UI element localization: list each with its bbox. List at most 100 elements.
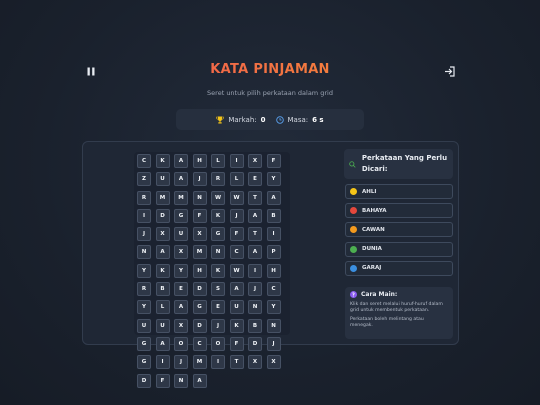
grid-cell[interactable]: J (174, 355, 188, 370)
grid-cell[interactable]: F (266, 154, 281, 168)
grid-cell[interactable]: J (211, 318, 225, 333)
grid-cell[interactable]: G (137, 355, 151, 370)
grid-cell[interactable]: Z (137, 172, 151, 187)
grid-cell[interactable]: A (174, 172, 188, 187)
grid-cell[interactable]: A (266, 190, 281, 205)
grid-cell[interactable]: A (155, 336, 170, 351)
grid-cell[interactable]: X (248, 154, 262, 168)
grid-cell[interactable]: X (174, 245, 188, 260)
exit-button[interactable] (442, 64, 456, 78)
grid-cell[interactable]: J (192, 172, 207, 187)
grid-cell[interactable]: F (192, 208, 207, 223)
grid-cell[interactable]: K (155, 263, 170, 278)
grid-cell[interactable]: A (174, 154, 188, 168)
grid-cell[interactable]: I (211, 355, 225, 370)
grid-cell[interactable]: K (211, 263, 225, 278)
grid-cell[interactable]: A (229, 282, 244, 297)
grid-cell[interactable]: M (155, 190, 170, 205)
grid-cell[interactable]: H (266, 263, 281, 278)
grid-cell[interactable]: A (155, 245, 170, 260)
grid-cell[interactable]: O (211, 336, 225, 351)
grid-cell[interactable]: G (137, 336, 151, 351)
grid-cell[interactable]: H (192, 263, 207, 278)
grid-cell[interactable]: W (229, 190, 244, 205)
grid-cell[interactable]: N (266, 318, 281, 333)
grid-cell[interactable]: J (248, 282, 262, 297)
grid-cell[interactable]: C (192, 336, 207, 351)
grid-cell[interactable]: A (248, 245, 262, 260)
grid-cell[interactable]: E (211, 300, 225, 315)
grid-cell[interactable]: X (266, 355, 281, 370)
grid-cell[interactable]: T (248, 190, 262, 205)
grid-cell[interactable]: G (192, 300, 207, 315)
grid-cell[interactable]: X (192, 227, 207, 242)
grid-cell[interactable]: L (229, 172, 244, 187)
grid-cell[interactable]: X (174, 318, 188, 333)
grid-cell[interactable]: U (174, 227, 188, 242)
grid-cell[interactable]: U (155, 318, 170, 333)
grid-cell[interactable]: Y (137, 263, 151, 278)
grid-cell[interactable]: C (137, 154, 151, 168)
grid-cell[interactable]: M (192, 245, 207, 260)
grid-cell[interactable]: N (192, 190, 207, 205)
grid-cell[interactable]: I (248, 263, 262, 278)
grid-cell[interactable]: F (229, 336, 244, 351)
grid-cell[interactable]: C (229, 245, 244, 260)
grid-cell[interactable]: N (248, 300, 262, 315)
grid-cell[interactable]: D (192, 318, 207, 333)
grid-cell[interactable]: O (174, 336, 188, 351)
grid-cell[interactable]: E (248, 172, 262, 187)
grid-cell[interactable]: T (229, 355, 244, 370)
grid-cell[interactable]: A (248, 208, 262, 223)
grid-cell[interactable]: K (155, 154, 170, 168)
grid-cell[interactable]: I (155, 355, 170, 370)
letter-grid[interactable]: CKAHLIXFZUAJRLEYRMMNWWTAIDGFKJABJXUXGFTI… (134, 152, 290, 388)
grid-cell[interactable]: H (192, 154, 207, 168)
grid-cell[interactable]: K (229, 318, 244, 333)
grid-cell[interactable]: P (266, 245, 281, 260)
grid-cell[interactable]: F (229, 227, 244, 242)
grid-cell[interactable]: A (192, 373, 207, 388)
grid-cell[interactable]: U (229, 300, 244, 315)
grid-cell[interactable]: B (248, 318, 262, 333)
grid-cell[interactable]: E (174, 282, 188, 297)
grid-cell[interactable]: I (229, 154, 244, 168)
grid-cell[interactable]: K (211, 208, 225, 223)
grid-cell[interactable]: D (137, 373, 151, 388)
grid-cell[interactable]: Y (266, 300, 281, 315)
grid-cell[interactable]: I (137, 208, 151, 223)
grid-cell[interactable]: U (137, 318, 151, 333)
grid-cell[interactable]: R (211, 172, 225, 187)
grid-cell[interactable]: Y (137, 300, 151, 315)
grid-cell[interactable]: W (229, 263, 244, 278)
grid-cell[interactable]: D (155, 208, 170, 223)
grid-cell[interactable]: N (137, 245, 151, 260)
grid-cell[interactable]: S (211, 282, 225, 297)
grid-cell[interactable]: N (174, 373, 188, 388)
grid-cell[interactable]: A (174, 300, 188, 315)
grid-cell[interactable]: I (266, 227, 281, 242)
grid-cell[interactable]: Y (266, 172, 281, 187)
grid-cell[interactable]: B (155, 282, 170, 297)
grid-cell[interactable]: M (192, 355, 207, 370)
grid-cell[interactable]: X (248, 355, 262, 370)
grid-cell[interactable]: W (211, 190, 225, 205)
grid-cell[interactable]: T (248, 227, 262, 242)
grid-cell[interactable]: R (137, 282, 151, 297)
grid-cell[interactable]: D (248, 336, 262, 351)
grid-cell[interactable]: D (192, 282, 207, 297)
grid-cell[interactable]: G (174, 208, 188, 223)
grid-cell[interactable]: N (211, 245, 225, 260)
grid-cell[interactable]: M (174, 190, 188, 205)
grid-cell[interactable]: J (137, 227, 151, 242)
grid-cell[interactable]: B (266, 208, 281, 223)
grid-cell[interactable]: F (155, 373, 170, 388)
grid-cell[interactable]: C (266, 282, 281, 297)
grid-cell[interactable]: X (155, 227, 170, 242)
grid-cell[interactable]: R (137, 190, 151, 205)
grid-cell[interactable]: J (266, 336, 281, 351)
grid-cell[interactable]: L (155, 300, 170, 315)
grid-cell[interactable]: U (155, 172, 170, 187)
grid-cell[interactable]: J (229, 208, 244, 223)
grid-cell[interactable]: G (211, 227, 225, 242)
